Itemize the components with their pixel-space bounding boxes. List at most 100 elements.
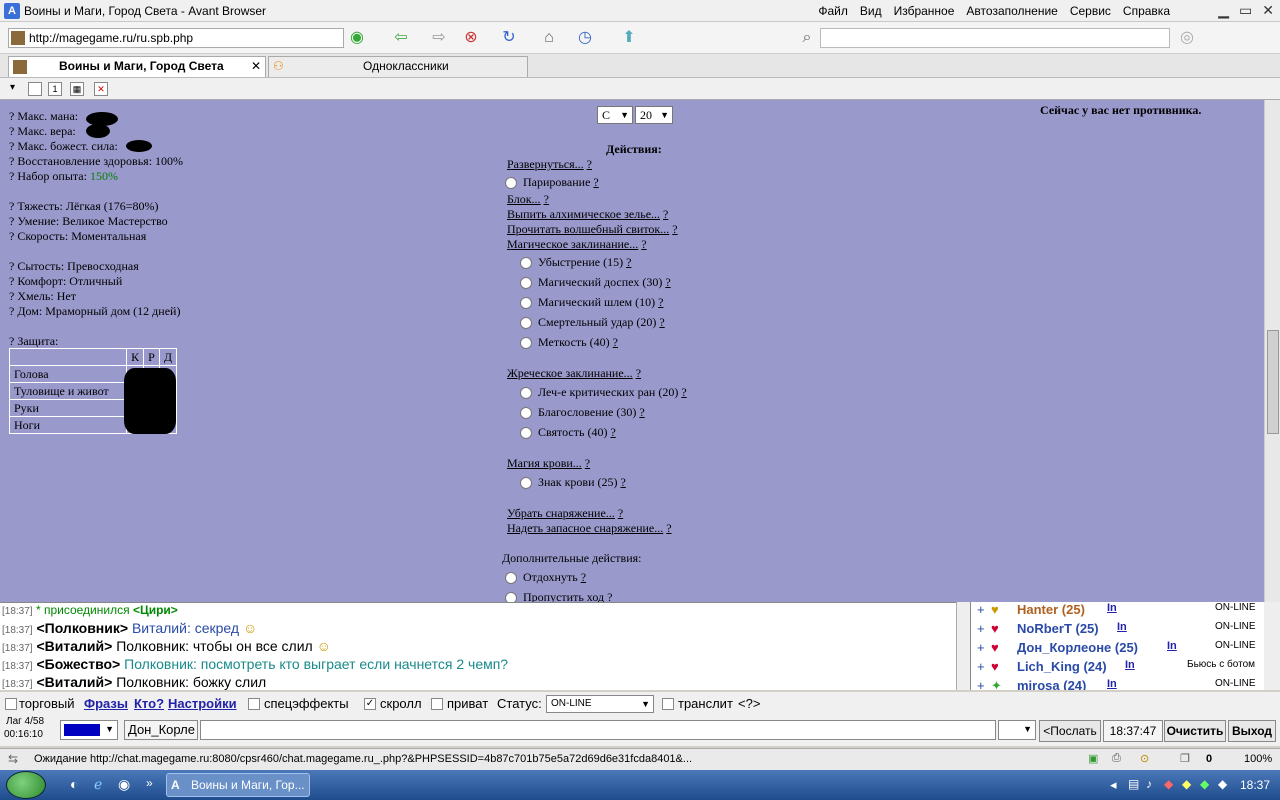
help-link[interactable]: ?	[658, 295, 663, 309]
user-row[interactable]: + ♥ Hanter (25) In ON-LINE	[971, 602, 1264, 621]
add-user-icon[interactable]: +	[977, 621, 985, 636]
user-row[interactable]: + ♥ NoRberT (25) In ON-LINE	[971, 621, 1264, 640]
help-link[interactable]: ?	[659, 315, 664, 329]
select-direction[interactable]: С ▼	[597, 106, 633, 124]
recipient-select[interactable]: ▼	[998, 720, 1036, 740]
settings-link[interactable]: Настройки	[168, 696, 237, 711]
translit-help-link[interactable]: <?>	[738, 696, 760, 711]
radio-rest[interactable]	[505, 572, 517, 585]
chat-user[interactable]: <Полковник>	[36, 620, 128, 636]
send-button[interactable]: <Послать	[1039, 720, 1101, 742]
action-equip-link[interactable]: Надеть запасное снаряжение...	[507, 521, 663, 535]
chat-user[interactable]: <Виталий>	[36, 638, 112, 654]
address-input[interactable]: http://magegame.ru/ru.spb.php	[8, 28, 344, 48]
who-link[interactable]: Кто?	[134, 696, 164, 711]
action-blood-link[interactable]: Магия крови...	[507, 456, 582, 470]
tray-app-icon[interactable]: ◆	[1182, 777, 1191, 791]
action-priest-link[interactable]: Жреческое заклинание...	[507, 366, 633, 380]
help-link[interactable]: ?	[607, 590, 612, 602]
printer-icon[interactable]: ⎙	[1112, 752, 1121, 765]
nick-field[interactable]: Дон_Корле	[124, 720, 198, 740]
user-info-link[interactable]: In	[1107, 602, 1117, 614]
help-link[interactable]: ?	[641, 237, 646, 251]
toolbar-chevron-icon[interactable]: ▾	[10, 82, 15, 93]
color-picker[interactable]: ▼	[60, 720, 118, 740]
user-name[interactable]: mirosa (24)	[1017, 678, 1086, 690]
help-link[interactable]: ?	[665, 275, 670, 289]
clear-button[interactable]: Очистить	[1164, 720, 1226, 742]
radio-spell[interactable]	[520, 407, 532, 420]
user-info-link[interactable]: In	[1107, 678, 1117, 690]
search-icon[interactable]: ⌕	[796, 28, 818, 48]
trade-checkbox[interactable]	[5, 698, 17, 710]
add-user-icon[interactable]: +	[977, 678, 985, 690]
tray-arrow-icon[interactable]: ◂	[1110, 777, 1117, 793]
tab-odnoklassniki[interactable]: ⚇ Одноклассники	[268, 56, 528, 77]
search-engine-icon[interactable]: ◎	[1176, 28, 1198, 48]
add-user-icon[interactable]: +	[977, 640, 985, 655]
menu-service[interactable]: Сервис	[1070, 4, 1111, 18]
search-input[interactable]	[820, 28, 1170, 48]
single-view-icon[interactable]: 1	[48, 82, 62, 96]
more-icon[interactable]: »	[146, 776, 153, 790]
help-link[interactable]: ?	[593, 175, 598, 189]
status-select[interactable]: ON-LINE ▼	[546, 695, 654, 713]
radio-skip[interactable]	[505, 592, 517, 602]
action-block-link[interactable]: Блок...	[507, 192, 541, 206]
action-remove-link[interactable]: Убрать снаряжение...	[507, 506, 615, 520]
go-icon[interactable]: ◉	[346, 28, 368, 48]
radio-spell[interactable]	[520, 277, 532, 290]
add-user-icon[interactable]: +	[977, 602, 985, 617]
radio-parry[interactable]	[505, 177, 517, 190]
users-scrollbar[interactable]	[1264, 602, 1280, 690]
forward-icon[interactable]: ⇨	[428, 28, 450, 48]
help-link[interactable]: ?	[613, 335, 618, 349]
menu-view[interactable]: Вид	[860, 4, 882, 18]
chat-user[interactable]: <Виталий>	[36, 674, 112, 690]
radio-spell[interactable]	[520, 297, 532, 310]
exit-button[interactable]: Выход	[1228, 720, 1276, 742]
start-button[interactable]	[6, 771, 46, 799]
effects-checkbox[interactable]	[248, 698, 260, 710]
scrollbar-thumb[interactable]	[1267, 330, 1279, 434]
menu-autofill[interactable]: Автозаполнение	[966, 4, 1057, 18]
tray-network-icon[interactable]: ▤	[1128, 777, 1139, 791]
user-name[interactable]: Hanter (25)	[1017, 602, 1085, 617]
radio-spell[interactable]	[520, 477, 532, 490]
history-icon[interactable]: ◷	[574, 28, 596, 48]
help-link[interactable]: ?	[663, 207, 668, 221]
tile-view-icon[interactable]: ▦	[70, 82, 84, 96]
help-link[interactable]: ?	[581, 570, 586, 584]
help-link[interactable]: ?	[666, 521, 671, 535]
zoom-level[interactable]: 100%	[1244, 753, 1272, 765]
help-link[interactable]: ?	[610, 425, 615, 439]
game-scrollbar[interactable]	[1264, 100, 1280, 602]
user-row[interactable]: + ✦ mirosa (24) In ON-LINE	[971, 678, 1264, 690]
user-name[interactable]: NoRberT (25)	[1017, 621, 1099, 636]
help-link[interactable]: ?	[587, 157, 592, 171]
help-link[interactable]: ?	[618, 506, 623, 520]
scroll-checkbox[interactable]: ✓	[364, 698, 376, 710]
tab-close-icon[interactable]: ✕	[251, 57, 261, 76]
user-info-link[interactable]: In	[1167, 640, 1177, 652]
maximize-icon[interactable]: ▭	[1239, 2, 1252, 19]
phrases-link[interactable]: Фразы	[84, 696, 128, 711]
tray-app-icon[interactable]: ◆	[1200, 777, 1209, 791]
action-potion-link[interactable]: Выпить алхимическое зелье...	[507, 207, 660, 221]
help-link[interactable]: ?	[639, 405, 644, 419]
popup-icon[interactable]: ❐	[1180, 752, 1190, 765]
help-link[interactable]: ?	[681, 385, 686, 399]
action-turn-link[interactable]: Развернуться...	[507, 157, 584, 171]
add-user-icon[interactable]: +	[977, 659, 985, 674]
stop-icon[interactable]: ⊗	[460, 28, 482, 48]
help-link[interactable]: ?	[636, 366, 641, 380]
chat-scrollbar[interactable]	[956, 602, 970, 690]
radio-spell[interactable]	[520, 427, 532, 440]
translit-checkbox[interactable]	[662, 698, 674, 710]
menu-favorites[interactable]: Избранное	[894, 4, 955, 18]
app-icon[interactable]: ◉	[118, 776, 130, 793]
close-all-icon[interactable]: ✕	[94, 82, 108, 96]
help-link[interactable]: ?	[672, 222, 677, 236]
tray-volume-icon[interactable]: ♪	[1146, 777, 1152, 791]
tab-active[interactable]: Воины и Маги, Город Света ✕	[8, 56, 266, 77]
